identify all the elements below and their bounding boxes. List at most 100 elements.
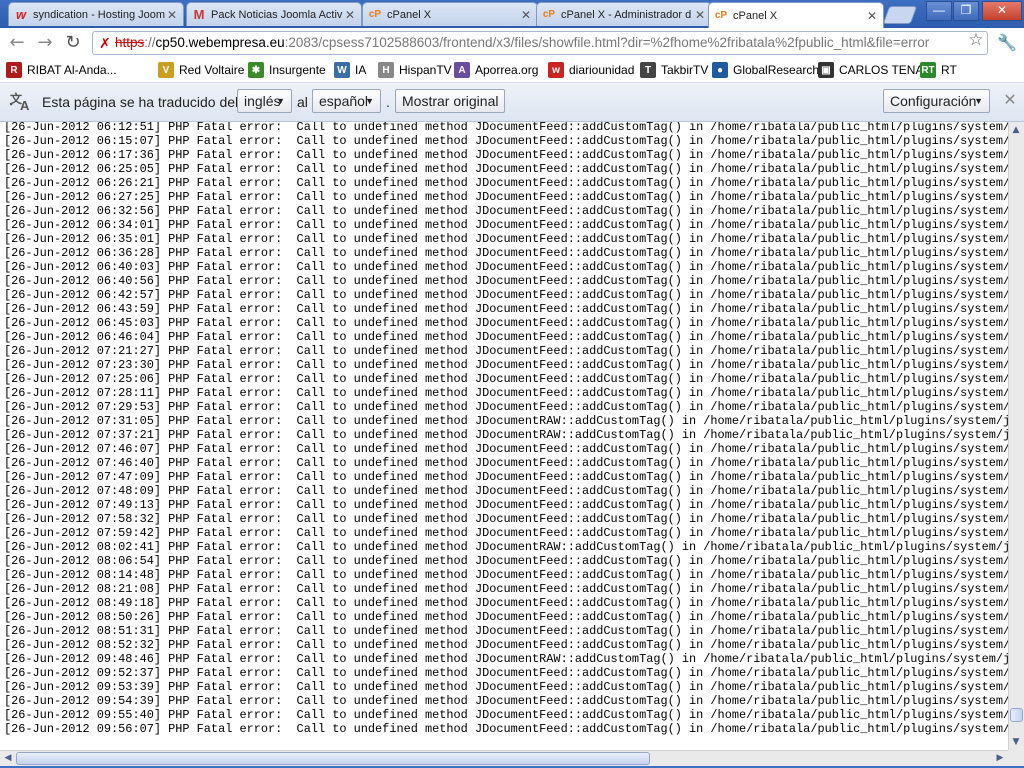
- log-line: [26-Jun-2012 06:26:21] PHP Fatal error: …: [4, 176, 1008, 190]
- takbirtv-icon: T: [640, 62, 656, 78]
- translate-infobar: ．文 A Esta página se ha traducido del ingl…: [0, 83, 1024, 122]
- log-line: [26-Jun-2012 08:21:08] PHP Fatal error: …: [4, 582, 1008, 596]
- back-arrow-icon[interactable]: ←: [6, 32, 28, 54]
- diariounidad-icon: w: [548, 62, 564, 78]
- bookmarks-bar: R RIBAT Al-Anda... V Red Voltaire ✱ Insurgent…: [0, 58, 1024, 83]
- new-tab-button[interactable]: [882, 6, 918, 24]
- maximize-window-button[interactable]: ❐: [953, 1, 979, 21]
- log-line: [26-Jun-2012 09:55:40] PHP Fatal error: …: [4, 708, 1008, 722]
- bookmark-1[interactable]: V Red Voltaire: [158, 61, 244, 79]
- address-bar[interactable]: ✗ https://cp50.webempresa.eu:2083/cpsess…: [92, 31, 988, 55]
- scroll-left-arrow-icon[interactable]: ◀: [1, 751, 15, 765]
- source-language-select[interactable]: inglés ▼: [237, 89, 292, 113]
- tab-title: cPanel X: [387, 8, 432, 21]
- tab-title: syndication - Hosting Joomla: [33, 8, 165, 21]
- close-translate-bar-icon[interactable]: ✕: [1002, 93, 1018, 109]
- log-line: [26-Jun-2012 07:37:21] PHP Fatal error: …: [4, 428, 1008, 442]
- error-log-content: [26-Jun-2012 06:12:51] PHP Fatal error: …: [0, 122, 1008, 750]
- close-tab-icon[interactable]: ✕: [165, 8, 179, 22]
- bookmark-label: IA: [355, 63, 367, 77]
- log-line: [26-Jun-2012 07:58:32] PHP Fatal error: …: [4, 512, 1008, 526]
- bookmark-9[interactable]: ▣ CARLOS TENA: [818, 61, 923, 79]
- log-line: [26-Jun-2012 07:46:40] PHP Fatal error: …: [4, 456, 1008, 470]
- tab-title: Pack Noticias Joomla Activ: [211, 8, 343, 21]
- log-line: [26-Jun-2012 08:50:26] PHP Fatal error: …: [4, 610, 1008, 624]
- forward-arrow-icon[interactable]: →: [34, 32, 56, 54]
- close-tab-icon[interactable]: ✕: [865, 9, 879, 23]
- log-line: [26-Jun-2012 07:23:30] PHP Fatal error: …: [4, 358, 1008, 372]
- ribat-icon: R: [6, 62, 22, 78]
- log-line: [26-Jun-2012 07:48:09] PHP Fatal error: …: [4, 484, 1008, 498]
- bookmark-label: RT: [941, 63, 957, 77]
- log-line: [26-Jun-2012 06:35:01] PHP Fatal error: …: [4, 232, 1008, 246]
- show-original-button[interactable]: Mostrar original: [395, 89, 506, 113]
- bookmark-8[interactable]: ● GlobalResearch: [712, 61, 819, 79]
- chevron-down-icon: ▼: [276, 96, 285, 106]
- tab-3[interactable]: cP cPanel X - Administrador d ✕: [536, 2, 712, 26]
- target-language-select[interactable]: español ▼: [312, 89, 381, 113]
- horizontal-scroll-thumb[interactable]: [16, 752, 651, 765]
- scrollbar-corner: [1008, 750, 1024, 766]
- minimize-window-button[interactable]: —: [926, 1, 952, 21]
- log-line: [26-Jun-2012 08:49:18] PHP Fatal error: …: [4, 596, 1008, 610]
- reload-icon[interactable]: ↻: [62, 32, 84, 54]
- log-line: [26-Jun-2012 06:17:36] PHP Fatal error: …: [4, 148, 1008, 162]
- log-line: [26-Jun-2012 08:06:54] PHP Fatal error: …: [4, 554, 1008, 568]
- translate-icon: ．文 A: [8, 92, 30, 113]
- bookmark-3[interactable]: W IA: [334, 61, 366, 79]
- log-line: [26-Jun-2012 07:25:06] PHP Fatal error: …: [4, 372, 1008, 386]
- horizontal-scrollbar[interactable]: ◀ ▶: [0, 750, 1008, 766]
- log-line: [26-Jun-2012 08:14:48] PHP Fatal error: …: [4, 568, 1008, 582]
- tab-strip: w syndication - Hosting Joomla ✕ M Pack Noti…: [0, 0, 1024, 28]
- close-tab-icon[interactable]: ✕: [693, 8, 707, 22]
- browser-toolbar: ← → ↻ ✗ https://cp50.webempresa.eu:2083/…: [0, 28, 1024, 58]
- log-line: [26-Jun-2012 06:27:25] PHP Fatal error: …: [4, 190, 1008, 204]
- chevron-down-icon: ▼: [974, 96, 983, 106]
- log-line: [26-Jun-2012 06:46:04] PHP Fatal error: …: [4, 330, 1008, 344]
- bookmark-label: HispanTV: [399, 63, 452, 77]
- scroll-right-arrow-icon[interactable]: ▶: [993, 751, 1007, 765]
- cpanel-icon: cP: [542, 9, 556, 20]
- tab-2[interactable]: cP cPanel X ✕: [362, 2, 538, 26]
- translate-settings-button[interactable]: Configuración ▼: [883, 89, 990, 113]
- bookmark-6[interactable]: w diariounidad: [548, 61, 634, 79]
- scroll-down-arrow-icon[interactable]: ▼: [1009, 735, 1023, 749]
- bookmark-label: RIBAT Al-Anda...: [27, 63, 117, 77]
- log-line: [26-Jun-2012 07:47:09] PHP Fatal error: …: [4, 470, 1008, 484]
- log-line: [26-Jun-2012 09:54:39] PHP Fatal error: …: [4, 694, 1008, 708]
- log-line: [26-Jun-2012 06:34:01] PHP Fatal error: …: [4, 218, 1008, 232]
- insecure-https-icon[interactable]: ✗: [97, 35, 113, 51]
- bookmark-4[interactable]: H HispanTV: [378, 61, 452, 79]
- bookmark-10[interactable]: RT RT: [920, 61, 957, 79]
- gmail-icon: M: [193, 7, 205, 22]
- tab-title: cPanel X - Administrador d: [561, 8, 692, 21]
- tab-1[interactable]: M Pack Noticias Joomla Activ ✕: [186, 2, 362, 26]
- bookmark-label: TakbirTV: [661, 63, 709, 77]
- log-line: [26-Jun-2012 07:29:53] PHP Fatal error: …: [4, 400, 1008, 414]
- rt-icon: RT: [920, 62, 936, 78]
- log-line: [26-Jun-2012 07:59:42] PHP Fatal error: …: [4, 526, 1008, 540]
- log-line: [26-Jun-2012 08:51:31] PHP Fatal error: …: [4, 624, 1008, 638]
- close-window-button[interactable]: ✕: [982, 1, 1022, 21]
- vertical-scrollbar[interactable]: ▲ ▼: [1008, 122, 1024, 750]
- log-line: [26-Jun-2012 06:32:56] PHP Fatal error: …: [4, 204, 1008, 218]
- aporrea-icon: A: [454, 62, 470, 78]
- vertical-scroll-thumb[interactable]: [1010, 708, 1023, 723]
- scroll-up-arrow-icon[interactable]: ▲: [1009, 123, 1023, 137]
- bookmark-star-icon[interactable]: ☆: [966, 30, 986, 50]
- bookmark-0[interactable]: R RIBAT Al-Anda...: [6, 61, 117, 79]
- wrench-menu-icon[interactable]: 🔧: [996, 32, 1018, 54]
- bookmark-2[interactable]: ✱ Insurgente: [248, 61, 326, 79]
- tab-4[interactable]: cP cPanel X ✕: [708, 2, 884, 28]
- close-tab-icon[interactable]: ✕: [343, 8, 357, 22]
- bookmark-label: Insurgente: [269, 63, 326, 77]
- log-line: [26-Jun-2012 09:52:37] PHP Fatal error: …: [4, 666, 1008, 680]
- close-tab-icon[interactable]: ✕: [519, 8, 533, 22]
- translate-message: Esta página se ha traducido del: [42, 94, 239, 110]
- log-line: [26-Jun-2012 09:56:07] PHP Fatal error: …: [4, 722, 1008, 736]
- bookmark-5[interactable]: A Aporrea.org: [454, 61, 538, 79]
- bookmark-7[interactable]: T TakbirTV: [640, 61, 708, 79]
- tab-0[interactable]: w syndication - Hosting Joomla ✕: [8, 2, 184, 26]
- url-host: cp50.webempresa.eu: [155, 35, 285, 50]
- log-line: [26-Jun-2012 06:42:57] PHP Fatal error: …: [4, 288, 1008, 302]
